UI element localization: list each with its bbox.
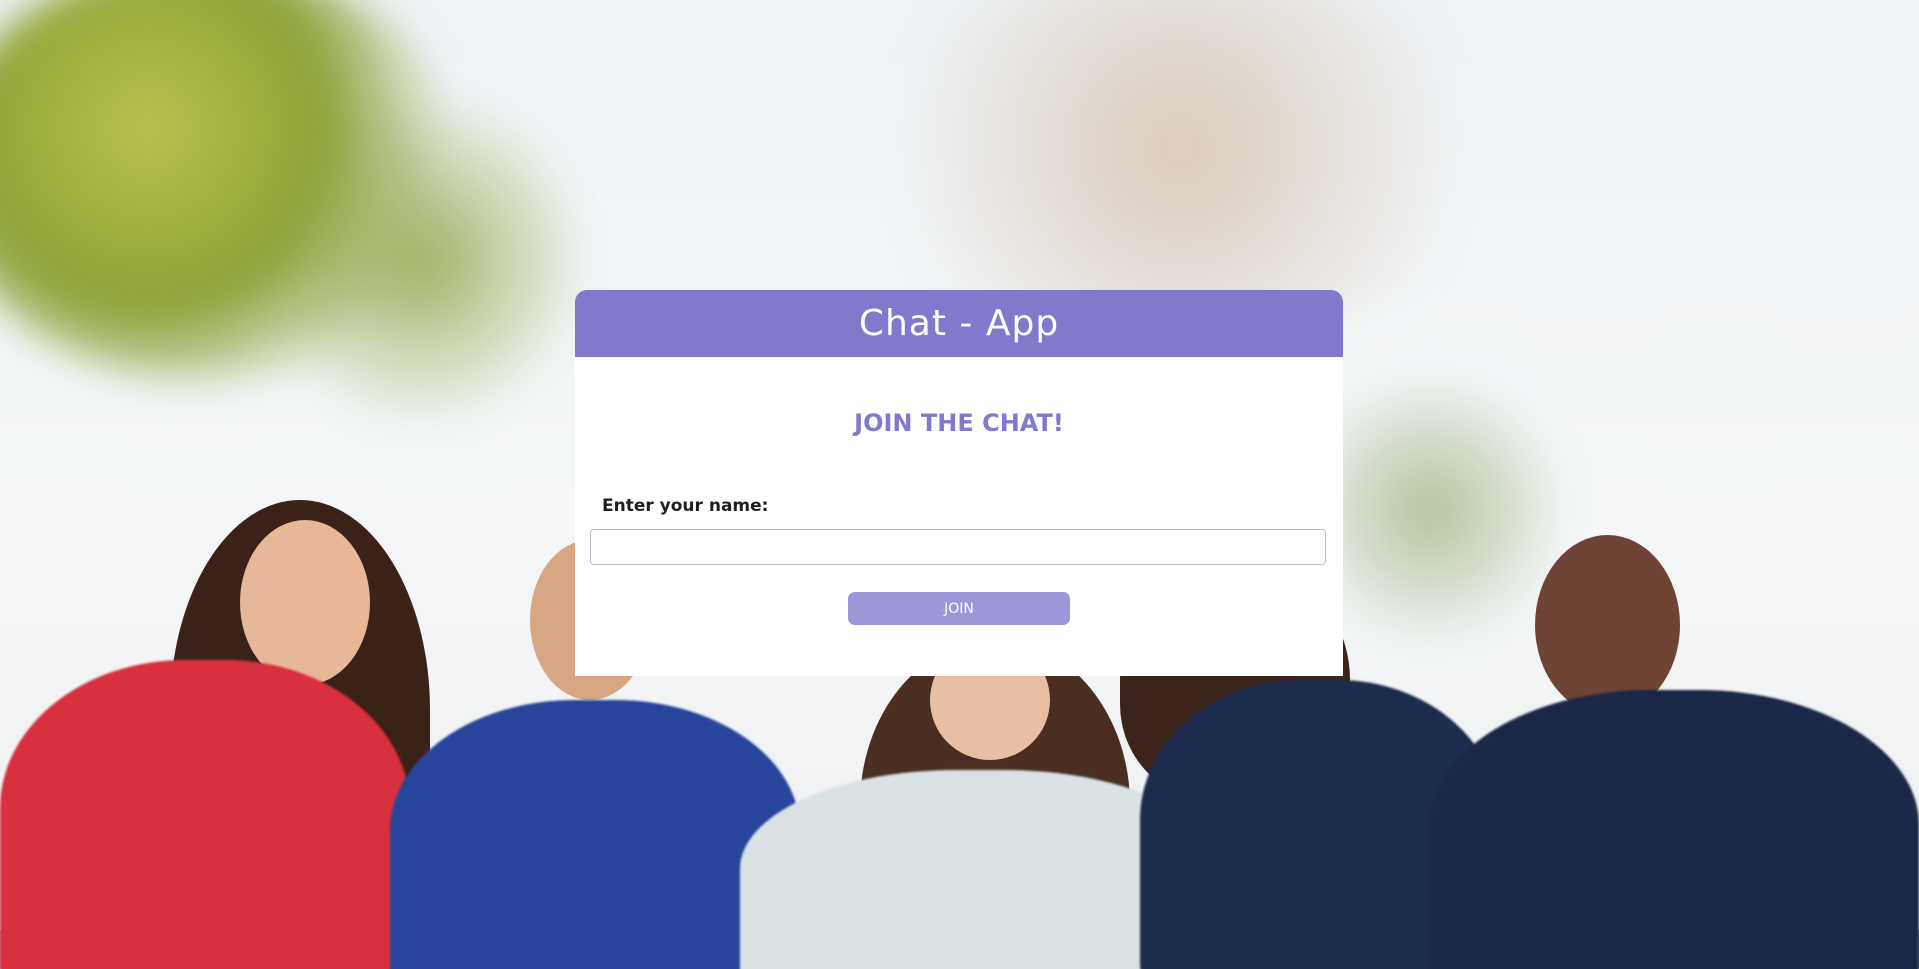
- join-heading: JOIN THE CHAT!: [854, 409, 1064, 437]
- tree-foliage-center: [260, 80, 580, 440]
- join-chat-card: Chat - App JOIN THE CHAT! Enter your nam…: [575, 290, 1343, 676]
- app-title: Chat - App: [858, 303, 1060, 344]
- person-1-red-shirt: [0, 660, 410, 969]
- person-1-face: [240, 520, 370, 685]
- name-input[interactable]: [590, 529, 1326, 565]
- person-5-face: [1535, 535, 1680, 715]
- join-button[interactable]: JOIN: [848, 592, 1070, 625]
- person-2-blue-shirt: [390, 700, 800, 969]
- person-5-navy-polo: [1430, 690, 1919, 969]
- app-header: Chat - App: [575, 290, 1343, 357]
- name-label: Enter your name:: [602, 496, 769, 516]
- tree-branches-right: [820, 0, 1540, 330]
